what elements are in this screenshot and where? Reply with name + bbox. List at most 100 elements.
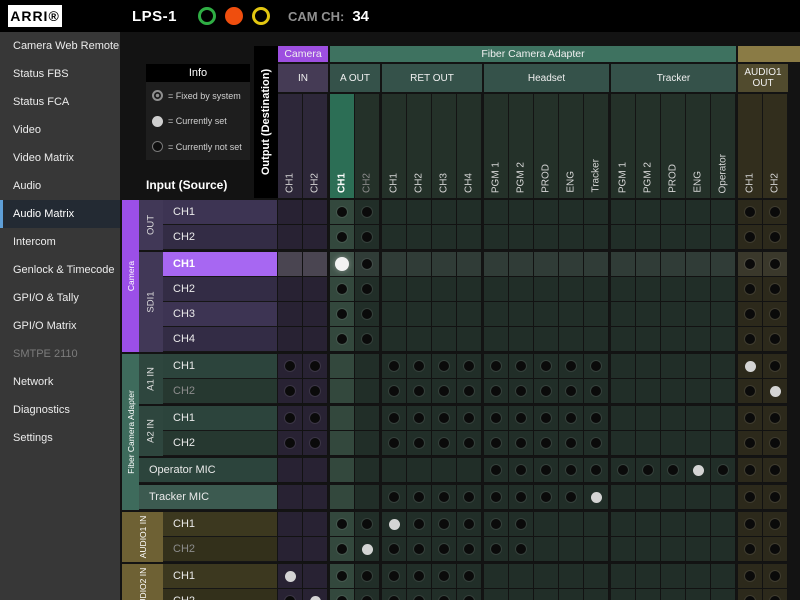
matrix-cell[interactable] xyxy=(611,225,636,250)
matrix-cell[interactable] xyxy=(534,512,559,537)
matrix-cell[interactable] xyxy=(382,277,407,302)
sidebar-item-audio-matrix[interactable]: Audio Matrix xyxy=(0,200,120,228)
matrix-cell[interactable] xyxy=(330,564,355,589)
matrix-cell[interactable] xyxy=(407,225,432,250)
matrix-cell[interactable] xyxy=(763,327,788,352)
matrix-cell[interactable] xyxy=(407,302,432,327)
matrix-cell[interactable] xyxy=(636,589,661,600)
matrix-cell[interactable] xyxy=(636,485,661,510)
matrix-cell[interactable] xyxy=(584,225,609,250)
matrix-cell[interactable] xyxy=(303,458,328,483)
row-label-ch2[interactable]: CH2 xyxy=(163,225,277,250)
matrix-cell[interactable] xyxy=(303,431,328,456)
matrix-cell[interactable] xyxy=(382,589,407,600)
matrix-cell[interactable] xyxy=(303,200,328,225)
matrix-cell[interactable] xyxy=(763,485,788,510)
matrix-cell[interactable] xyxy=(584,200,609,225)
matrix-cell[interactable] xyxy=(584,252,609,277)
col-label-ch2[interactable]: CH2 xyxy=(407,94,432,198)
matrix-cell[interactable] xyxy=(584,277,609,302)
matrix-cell[interactable] xyxy=(711,354,736,379)
matrix-cell[interactable] xyxy=(611,485,636,510)
row-label-ch1[interactable]: CH1 xyxy=(163,252,277,277)
matrix-cell[interactable] xyxy=(407,485,432,510)
matrix-cell[interactable] xyxy=(303,564,328,589)
matrix-cell[interactable] xyxy=(355,327,380,352)
matrix-cell[interactable] xyxy=(330,431,355,456)
matrix-cell[interactable] xyxy=(457,431,482,456)
matrix-cell[interactable] xyxy=(407,564,432,589)
row-label-ch2[interactable]: CH2 xyxy=(163,379,277,404)
matrix-cell[interactable] xyxy=(661,379,686,404)
matrix-cell[interactable] xyxy=(559,537,584,562)
matrix-cell[interactable] xyxy=(382,485,407,510)
matrix-cell[interactable] xyxy=(484,458,509,483)
matrix-cell[interactable] xyxy=(711,589,736,600)
matrix-cell[interactable] xyxy=(278,225,303,250)
matrix-cell[interactable] xyxy=(432,458,457,483)
matrix-cell[interactable] xyxy=(661,458,686,483)
sidebar-item-video-matrix[interactable]: Video Matrix xyxy=(0,144,120,172)
matrix-cell[interactable] xyxy=(534,458,559,483)
matrix-cell[interactable] xyxy=(559,225,584,250)
matrix-cell[interactable] xyxy=(584,564,609,589)
matrix-cell[interactable] xyxy=(738,252,763,277)
matrix-cell[interactable] xyxy=(355,485,380,510)
matrix-cell[interactable] xyxy=(330,406,355,431)
matrix-cell[interactable] xyxy=(355,225,380,250)
matrix-cell[interactable] xyxy=(457,225,482,250)
matrix-cell[interactable] xyxy=(432,225,457,250)
matrix-cell[interactable] xyxy=(711,406,736,431)
matrix-cell[interactable] xyxy=(457,537,482,562)
matrix-cell[interactable] xyxy=(636,512,661,537)
matrix-cell[interactable] xyxy=(484,537,509,562)
matrix-cell[interactable] xyxy=(484,200,509,225)
matrix-cell[interactable] xyxy=(278,589,303,600)
matrix-cell[interactable] xyxy=(738,589,763,600)
matrix-cell[interactable] xyxy=(611,512,636,537)
matrix-cell[interactable] xyxy=(611,302,636,327)
matrix-cell[interactable] xyxy=(738,354,763,379)
matrix-cell[interactable] xyxy=(559,406,584,431)
matrix-cell[interactable] xyxy=(686,485,711,510)
sidebar-item-status-fbs[interactable]: Status FBS xyxy=(0,60,120,88)
sidebar-item-network[interactable]: Network xyxy=(0,368,120,396)
matrix-cell[interactable] xyxy=(484,589,509,600)
matrix-cell[interactable] xyxy=(330,589,355,600)
matrix-cell[interactable] xyxy=(330,379,355,404)
col-label-ch2[interactable]: CH2 xyxy=(355,94,380,198)
matrix-cell[interactable] xyxy=(382,354,407,379)
matrix-cell[interactable] xyxy=(763,354,788,379)
matrix-cell[interactable] xyxy=(484,564,509,589)
matrix-cell[interactable] xyxy=(686,277,711,302)
matrix-cell[interactable] xyxy=(711,327,736,352)
col-label-ch2[interactable]: CH2 xyxy=(763,94,788,198)
matrix-cell[interactable] xyxy=(636,564,661,589)
matrix-cell[interactable] xyxy=(686,379,711,404)
matrix-cell[interactable] xyxy=(711,252,736,277)
matrix-cell[interactable] xyxy=(534,225,559,250)
matrix-cell[interactable] xyxy=(559,302,584,327)
matrix-cell[interactable] xyxy=(763,458,788,483)
col-label-ch2[interactable]: CH2 xyxy=(303,94,328,198)
matrix-cell[interactable] xyxy=(382,431,407,456)
col-label-ch3[interactable]: CH3 xyxy=(432,94,457,198)
matrix-cell[interactable] xyxy=(661,277,686,302)
matrix-cell[interactable] xyxy=(303,379,328,404)
matrix-cell[interactable] xyxy=(303,252,328,277)
matrix-cell[interactable] xyxy=(711,485,736,510)
matrix-cell[interactable] xyxy=(711,302,736,327)
matrix-cell[interactable] xyxy=(382,564,407,589)
col-label-ch1[interactable]: CH1 xyxy=(278,94,303,198)
matrix-cell[interactable] xyxy=(432,354,457,379)
matrix-cell[interactable] xyxy=(559,200,584,225)
matrix-cell[interactable] xyxy=(711,200,736,225)
matrix-cell[interactable] xyxy=(611,379,636,404)
matrix-cell[interactable] xyxy=(686,354,711,379)
matrix-cell[interactable] xyxy=(661,485,686,510)
matrix-cell[interactable] xyxy=(432,379,457,404)
matrix-cell[interactable] xyxy=(584,354,609,379)
matrix-cell[interactable] xyxy=(661,200,686,225)
matrix-cell[interactable] xyxy=(303,537,328,562)
matrix-cell[interactable] xyxy=(584,327,609,352)
